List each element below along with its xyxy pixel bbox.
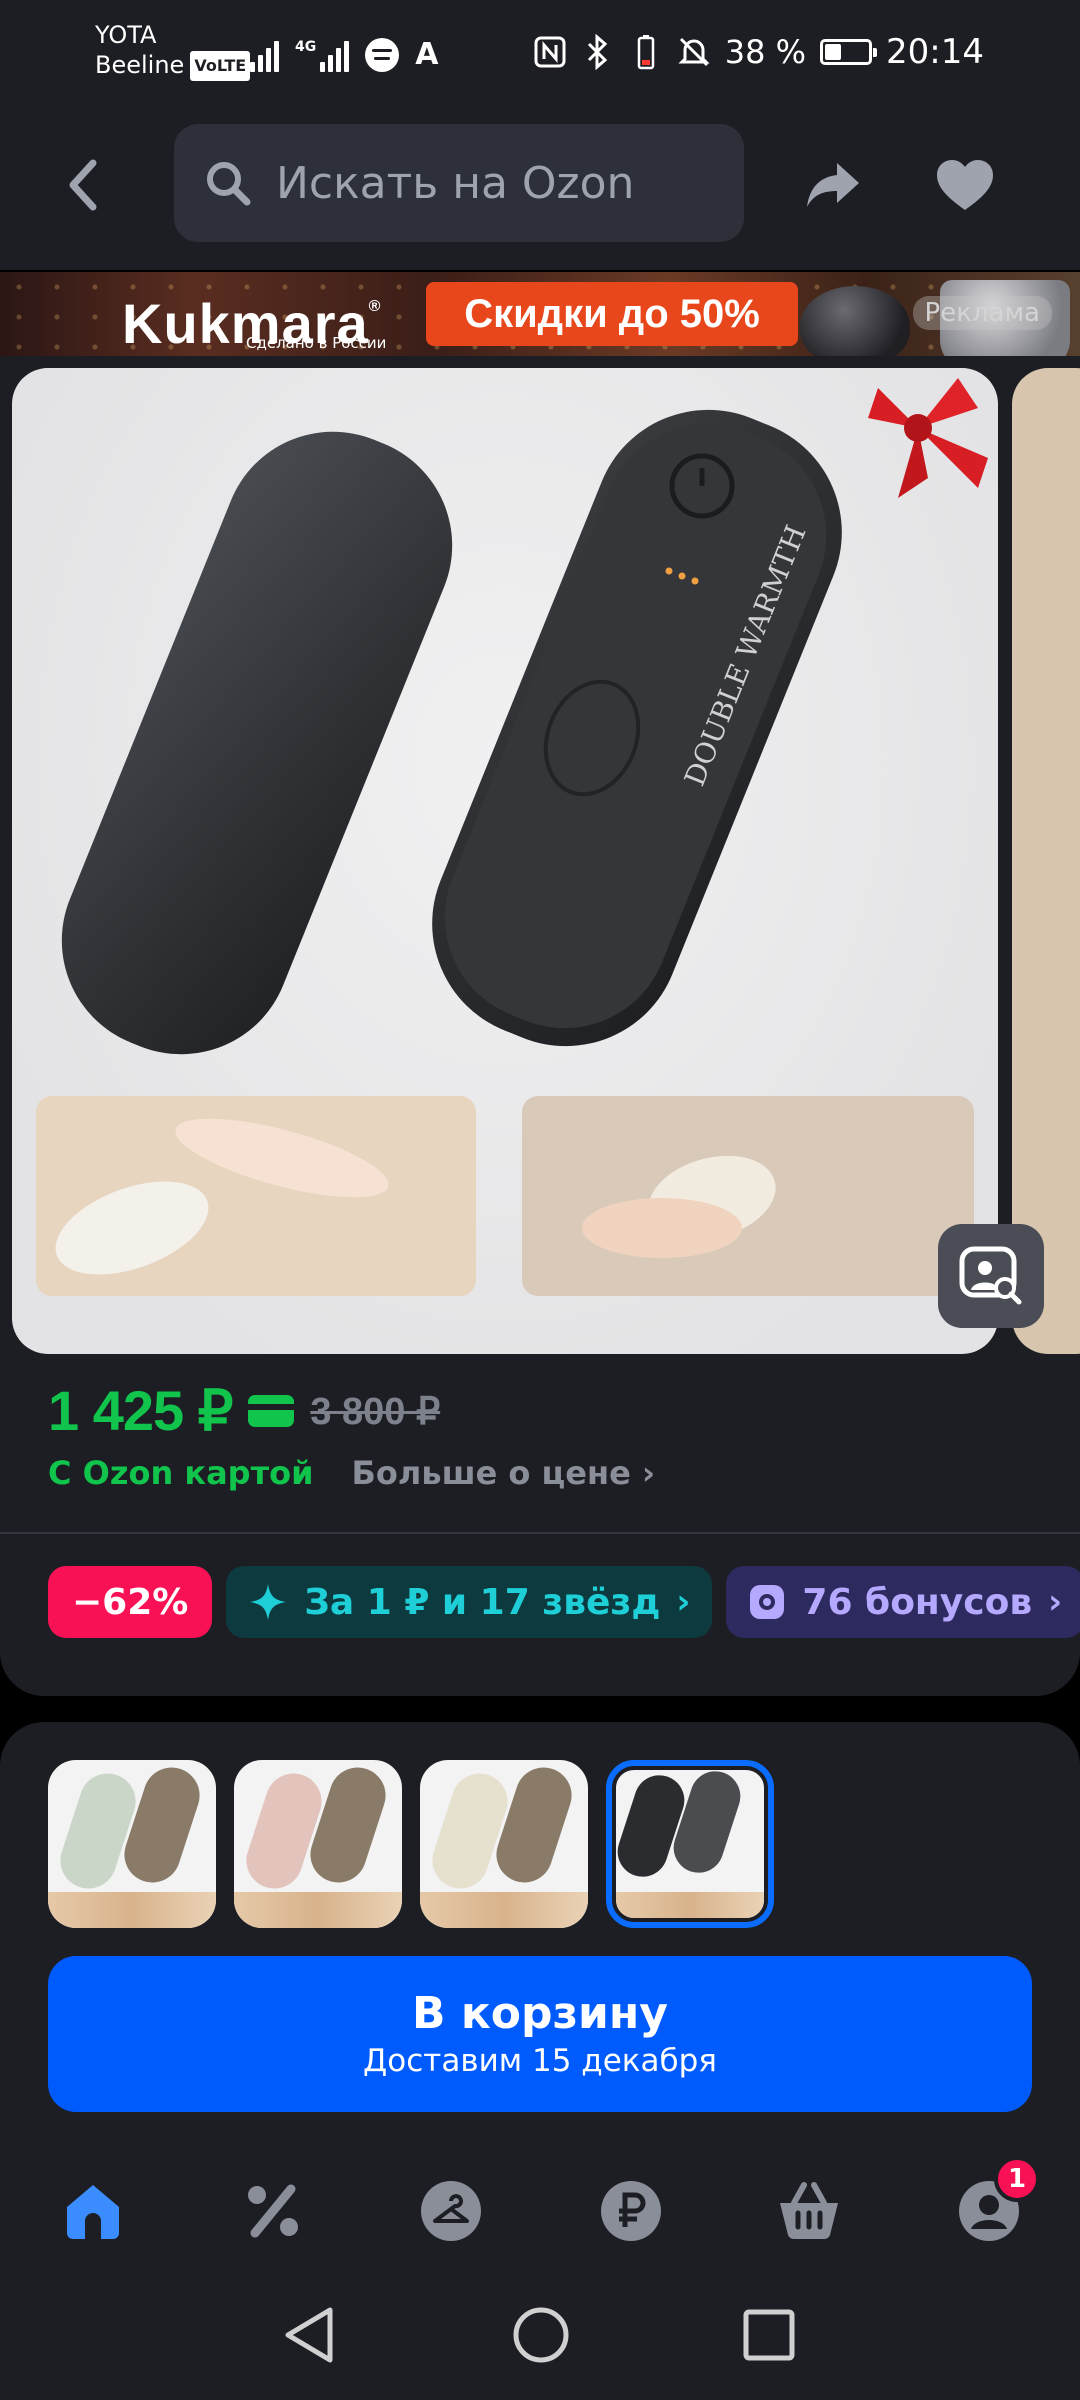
ad-label[interactable]: Реклама [912,296,1052,330]
divider [0,1532,1080,1534]
battery-percent: 38 % [724,33,807,71]
nav-finance[interactable] [594,2174,668,2248]
chevron-left-icon [69,159,97,211]
bluetooth-icon [581,34,615,70]
more-price-link[interactable]: Больше о цене › [352,1454,656,1492]
mute-icon [677,35,711,69]
spotify-icon [365,38,400,72]
with-card-label: С Ozon картой [48,1454,314,1492]
variant-black-selected[interactable] [606,1760,774,1928]
visual-search-button[interactable] [938,1224,1044,1328]
app-a-icon: A [415,37,439,72]
more-price-label: Больше о цене [351,1454,631,1492]
clock: 20:14 [886,32,984,72]
next-product-image[interactable] [1012,368,1080,1354]
notification-badge: 1 [994,2156,1040,2202]
nav-fresh[interactable] [414,2174,488,2248]
price-subtitle: С Ozon картой Больше о цене › [48,1454,655,1492]
chevron-right-icon: › [676,1582,691,1622]
price-row: 1 425 ₽ 3 800 ₽ [48,1378,440,1444]
chevron-right-icon: › [1048,1582,1063,1622]
sparkle-icon [248,1582,288,1622]
network-type: 4G [295,39,317,55]
search-placeholder: Искать на Ozon [276,157,635,209]
purchase-sheet: В корзину Доставим 15 декабря [0,1722,1080,2152]
square-recents-icon [743,2309,795,2361]
status-bar: YOTA Beeline VoLTE 4G A 38 % 20:14 [0,0,1080,110]
status-left-icons: 4G A [250,32,438,72]
bonus-chip[interactable]: 76 бонусов › [726,1566,1080,1638]
brand-mark: ® [368,298,382,315]
search-icon [207,162,251,206]
bonus-icon [748,1583,786,1621]
old-price: 3 800 ₽ [310,1390,441,1433]
system-back-button[interactable] [274,2300,344,2370]
nav-profile[interactable]: 1 [952,2156,1040,2248]
product-image[interactable]: DOUBLE WARMTH [12,368,998,1354]
signal-icon-2 [320,38,350,72]
back-button[interactable] [48,150,118,220]
ad-banner[interactable]: Kukmara® Сделано в России Скидки до 50% … [0,272,1080,356]
card-price: 1 425 ₽ [48,1379,233,1442]
circle-home-icon [513,2307,569,2363]
heart-icon [937,160,993,210]
app-header: Искать на Ozon [0,110,1080,270]
color-variants [48,1760,774,1928]
bottom-navigation: 1 [0,2152,1080,2270]
add-to-cart-button[interactable]: В корзину Доставим 15 декабря [48,1956,1032,2112]
search-input[interactable]: Искать на Ozon [174,124,744,242]
nfc-icon [533,35,567,69]
stars-label: За 1 ₽ и 17 звёзд [304,1581,661,1623]
hanger-icon [421,2181,481,2241]
signal-icon [250,38,279,72]
carrier-1: YOTA [95,21,157,49]
battery-alert-icon [629,35,663,70]
ruble-icon [601,2181,661,2241]
carrier-2: Beeline [95,51,185,79]
discount-label: −62% [72,1581,189,1623]
product-card: DOUBLE WARMTH 1 425 ₽ 3 800 ₽ С Ozon кар… [0,356,1080,1696]
nav-cart[interactable] [772,2174,846,2248]
hand-warmer-illustration: DOUBLE WARMTH [36,409,974,1296]
gift-bow-icon [868,378,988,498]
chevron-right-icon: › [641,1454,656,1492]
variant-pink[interactable] [234,1760,402,1928]
status-right-icons: 38 % 20:14 [533,30,984,74]
variant-sage[interactable] [48,1760,216,1928]
system-recents-button[interactable] [734,2300,804,2370]
battery-icon [820,39,878,65]
system-home-button[interactable] [506,2300,576,2370]
discount-chip[interactable]: −62% [48,1566,213,1638]
ozon-card-icon [248,1395,295,1427]
system-navigation [0,2270,1080,2400]
share-button[interactable] [798,150,868,220]
carrier-info: YOTA Beeline VoLTE [95,20,251,81]
brand-subtitle: Сделано в России [246,334,387,352]
volte-badge: VoLTE [190,51,251,81]
triangle-back-icon [285,2307,333,2363]
delivery-date: Доставим 15 декабря [363,2043,717,2079]
sale-badge: Скидки до 50% [426,282,798,346]
basket-icon [780,2182,838,2240]
nav-promotions[interactable] [236,2174,310,2248]
home-icon [67,2185,119,2239]
promo-chips: −62% За 1 ₽ и 17 звёзд › 76 бонусов › [48,1566,1080,1638]
bonus-label: 76 бонусов [802,1581,1033,1623]
share-icon [807,163,859,207]
nav-home[interactable] [56,2174,130,2248]
kettle-image [800,286,910,356]
variant-cream[interactable] [420,1760,588,1928]
stars-chip[interactable]: За 1 ₽ и 17 звёзд › [226,1566,713,1638]
add-to-cart-label: В корзину [412,1988,668,2039]
image-search-icon [959,1246,1022,1305]
percent-icon [248,2184,298,2238]
brand-logo: Kukmara® Сделано в России [122,278,386,353]
favorite-button[interactable] [930,150,1000,220]
